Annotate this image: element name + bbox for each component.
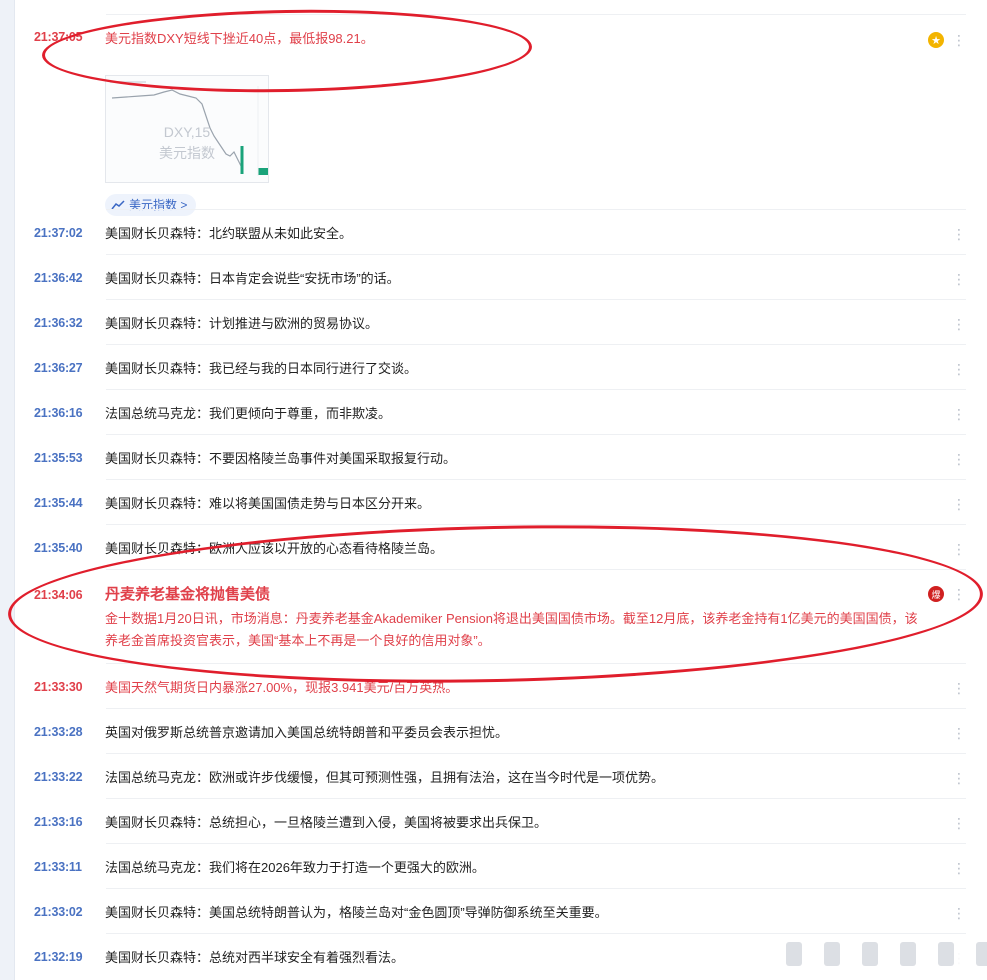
divider	[106, 254, 966, 255]
item-time: 21:37:02	[34, 226, 83, 240]
divider	[106, 888, 966, 889]
feed-item[interactable]: 21:35:53 美国财长贝森特：不要因格陵兰岛事件对美国采取报复行动。 ⋮	[16, 451, 966, 480]
watermark-overlay	[778, 936, 987, 972]
feed-item-dxy[interactable]: 21:37:05 美元指数DXY短线下挫近40点，最低报98.21。 ★ ⋮ D…	[16, 30, 966, 216]
more-vertical-icon[interactable]: ⋮	[952, 539, 966, 559]
item-time: 21:37:05	[34, 30, 83, 44]
item-text: 美国财长贝森特：我已经与我的日本同行进行了交谈。	[105, 361, 418, 376]
item-time: 21:34:06	[34, 588, 83, 602]
divider	[106, 479, 966, 480]
item-time: 21:36:32	[34, 316, 83, 330]
tag-usd-index[interactable]: 美元指数 >	[105, 194, 197, 216]
item-text: 美国财长贝森特：美国总统特朗普认为，格陵兰岛对“金色圆顶”导弹防御系统至关重要。	[105, 905, 608, 920]
divider	[106, 434, 966, 435]
more-vertical-icon[interactable]: ⋮	[952, 584, 966, 604]
item-text: 美国财长贝森特：北约联盟从未如此安全。	[105, 226, 353, 241]
feed-item[interactable]: 21:37:02 美国财长贝森特：北约联盟从未如此安全。 ⋮	[16, 226, 966, 255]
divider	[106, 299, 966, 300]
feed-item[interactable]: 21:36:27 美国财长贝森特：我已经与我的日本同行进行了交谈。 ⋮	[16, 361, 966, 390]
news-feed: 21:37:05 美元指数DXY短线下挫近40点，最低报98.21。 ★ ⋮ D…	[16, 0, 966, 980]
more-vertical-icon[interactable]: ⋮	[952, 494, 966, 514]
divider	[106, 843, 966, 844]
star-icon[interactable]: ★	[928, 32, 944, 48]
more-vertical-icon[interactable]: ⋮	[952, 359, 966, 379]
hot-icon: 爆	[928, 586, 944, 602]
item-time: 21:36:42	[34, 271, 83, 285]
item-time: 21:36:16	[34, 406, 83, 420]
more-vertical-icon[interactable]: ⋮	[952, 30, 966, 50]
divider	[106, 933, 966, 934]
featured-body: 金十数据1月20日讯，市场消息：丹麦养老基金Akademiker Pension…	[105, 611, 918, 648]
item-text: 美国财长贝森特：难以将美国国债走势与日本区分开来。	[105, 496, 431, 511]
feed-item[interactable]: 21:33:22 法国总统马克龙：欧洲或许步伐缓慢，但其可预测性强，且拥有法治，…	[16, 770, 966, 799]
item-text: 美国财长贝森特：不要因格陵兰岛事件对美国采取报复行动。	[105, 451, 457, 466]
more-vertical-icon[interactable]: ⋮	[952, 224, 966, 244]
divider	[106, 344, 966, 345]
more-vertical-icon[interactable]: ⋮	[952, 678, 966, 698]
item-time: 21:33:16	[34, 815, 83, 829]
more-vertical-icon[interactable]: ⋮	[952, 404, 966, 424]
chart-watermark-symbol: DXY,15	[163, 124, 211, 140]
item-text: 英国对俄罗斯总统普京邀请加入美国总统特朗普和平委员会表示担忧。	[105, 725, 509, 740]
divider	[106, 798, 966, 799]
divider	[106, 663, 966, 664]
watermark-bars	[786, 942, 987, 966]
item-time: 21:33:22	[34, 770, 83, 784]
tag-label: 美元指数 >	[129, 198, 188, 212]
item-time: 21:32:19	[34, 950, 83, 964]
item-text: 法国总统马克龙：我们将在2026年致力于打造一个更强大的欧洲。	[105, 860, 485, 875]
chart-thumbnail[interactable]: DXY,15 美元指数	[105, 75, 269, 183]
feed-item[interactable]: 21:36:32 美国财长贝森特：计划推进与欧洲的贸易协议。 ⋮	[16, 316, 966, 345]
feed-item[interactable]: 21:33:16 美国财长贝森特：总统担心，一旦格陵兰遭到入侵，美国将被要求出兵…	[16, 815, 966, 844]
item-text: 美元指数DXY短线下挫近40点，最低报98.21。	[105, 31, 374, 46]
item-text: 美国财长贝森特：计划推进与欧洲的贸易协议。	[105, 316, 379, 331]
featured-title[interactable]: 丹麦养老基金将抛售美债	[105, 586, 918, 604]
divider	[106, 708, 966, 709]
feed-item[interactable]: 21:33:02 美国财长贝森特：美国总统特朗普认为，格陵兰岛对“金色圆顶”导弹…	[16, 905, 966, 934]
item-time: 21:33:30	[34, 680, 83, 694]
divider	[106, 389, 966, 390]
more-vertical-icon[interactable]: ⋮	[952, 449, 966, 469]
item-time: 21:36:27	[34, 361, 83, 375]
feed-item[interactable]: 21:35:44 美国财长贝森特：难以将美国国债走势与日本区分开来。 ⋮	[16, 496, 966, 525]
divider	[106, 524, 966, 525]
feed-item[interactable]: 21:36:16 法国总统马克龙：我们更倾向于尊重，而非欺凌。 ⋮	[16, 406, 966, 435]
divider	[106, 569, 966, 570]
divider	[106, 753, 966, 754]
item-time: 21:35:44	[34, 496, 83, 510]
item-time: 21:33:11	[34, 860, 82, 874]
feed-item-featured[interactable]: 21:34:06 丹麦养老基金将抛售美债 金十数据1月20日讯，市场消息：丹麦养…	[16, 586, 966, 664]
more-vertical-icon[interactable]: ⋮	[952, 314, 966, 334]
feed-item[interactable]: 21:33:28 英国对俄罗斯总统普京邀请加入美国总统特朗普和平委员会表示担忧。…	[16, 725, 966, 754]
item-text: 美国财长贝森特：欧洲人应该以开放的心态看待格陵兰岛。	[105, 541, 444, 556]
featured-content: 丹麦养老基金将抛售美债 金十数据1月20日讯，市场消息：丹麦养老基金Akadem…	[105, 586, 918, 652]
divider	[106, 14, 966, 15]
item-text: 法国总统马克龙：欧洲或许步伐缓慢，但其可预测性强，且拥有法治，这在当今时代是一项…	[105, 770, 665, 785]
item-text: 美国财长贝森特：日本肯定会说些“安抚市场”的话。	[105, 271, 400, 286]
more-vertical-icon[interactable]: ⋮	[952, 723, 966, 743]
left-sidebar-strip	[0, 0, 15, 980]
more-vertical-icon[interactable]: ⋮	[952, 269, 966, 289]
feed-item[interactable]: 21:33:11 法国总统马克龙：我们将在2026年致力于打造一个更强大的欧洲。…	[16, 860, 966, 889]
item-time: 21:35:40	[34, 541, 83, 555]
item-text: 美国财长贝森特：总统担心，一旦格陵兰遭到入侵，美国将被要求出兵保卫。	[105, 815, 548, 830]
item-text: 美国天然气期货日内暴涨27.00%，现报3.941美元/百万英热。	[105, 680, 459, 695]
chart-watermark-name: 美元指数	[159, 145, 215, 161]
more-vertical-icon[interactable]: ⋮	[952, 858, 966, 878]
feed-item[interactable]: 21:35:40 美国财长贝森特：欧洲人应该以开放的心态看待格陵兰岛。 ⋮	[16, 541, 966, 570]
feed-item[interactable]: 21:33:30 美国天然气期货日内暴涨27.00%，现报3.941美元/百万英…	[16, 680, 966, 709]
more-vertical-icon[interactable]: ⋮	[952, 903, 966, 923]
more-vertical-icon[interactable]: ⋮	[952, 813, 966, 833]
item-time: 21:33:28	[34, 725, 83, 739]
item-time: 21:35:53	[34, 451, 83, 465]
item-time: 21:33:02	[34, 905, 83, 919]
feed-item[interactable]: 21:36:42 美国财长贝森特：日本肯定会说些“安抚市场”的话。 ⋮	[16, 271, 966, 300]
price-tag	[258, 168, 268, 175]
item-text: 法国总统马克龙：我们更倾向于尊重，而非欺凌。	[105, 406, 392, 421]
divider	[106, 209, 966, 210]
more-vertical-icon[interactable]: ⋮	[952, 768, 966, 788]
